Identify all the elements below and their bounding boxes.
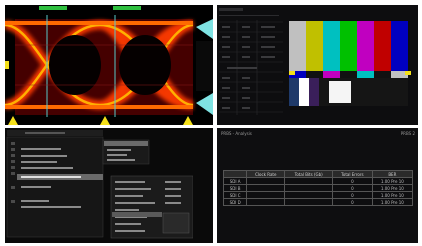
table-cell: SDI B — [222, 184, 248, 192]
table-cell: 1.00 Pre 10 — [371, 191, 414, 199]
table-cell: SDI A — [222, 177, 248, 185]
status-table-graphic — [217, 5, 418, 125]
prbs-title: PRBS - Analysis — [221, 131, 252, 136]
table-cell: SDI D — [222, 198, 248, 206]
prbs-corner-label: PRBS 2 — [400, 131, 415, 136]
menu-graphic — [5, 128, 213, 243]
table-cell — [284, 184, 334, 192]
table-cell — [246, 198, 286, 206]
table-cell — [284, 198, 334, 206]
table-cell: 0 — [332, 198, 373, 206]
table-row: SDI D 0 1.00 Pre 10 — [222, 198, 414, 206]
prbs-header-row: Clock Rate Total Bits (Gb) Total Errors … — [222, 170, 414, 178]
table-cell: SDI C — [222, 191, 248, 199]
prbs-header-cell: BER — [371, 170, 414, 178]
table-row: SDI C 0 1.00 Pre 10 — [222, 191, 414, 199]
prbs-header-cell — [222, 170, 248, 178]
prbs-table: Clock Rate Total Bits (Gb) Total Errors … — [222, 170, 414, 206]
eye-diagram — [5, 5, 213, 125]
prbs-header-cell: Total Bits (Gb) — [284, 170, 334, 178]
table-cell: 0 — [332, 184, 373, 192]
table-cell: 1.00 Pre 10 — [371, 177, 414, 185]
eye-diagram-panel — [5, 5, 213, 125]
table-cell: 0 — [332, 177, 373, 185]
table-row: SDI A 0 1.00 Pre 10 — [222, 177, 414, 185]
prbs-header-cell: Total Errors — [332, 170, 373, 178]
table-cell: 1.00 Pre 10 — [371, 198, 414, 206]
table-cell — [246, 184, 286, 192]
table-cell — [284, 191, 334, 199]
table-cell: 1.00 Pre 10 — [371, 184, 414, 192]
table-cell — [246, 191, 286, 199]
table-cell — [284, 177, 334, 185]
prbs-analysis-panel: PRBS - Analysis PRBS 2 Clock Rate Total … — [217, 128, 418, 243]
status-table-panel — [217, 5, 418, 125]
table-cell: 0 — [332, 191, 373, 199]
prbs-header-cell: Clock Rate — [246, 170, 286, 178]
color-bars — [289, 21, 408, 106]
settings-menu-panel — [5, 128, 213, 243]
table-row: SDI B 0 1.00 Pre 10 — [222, 184, 414, 192]
table-cell — [246, 177, 286, 185]
